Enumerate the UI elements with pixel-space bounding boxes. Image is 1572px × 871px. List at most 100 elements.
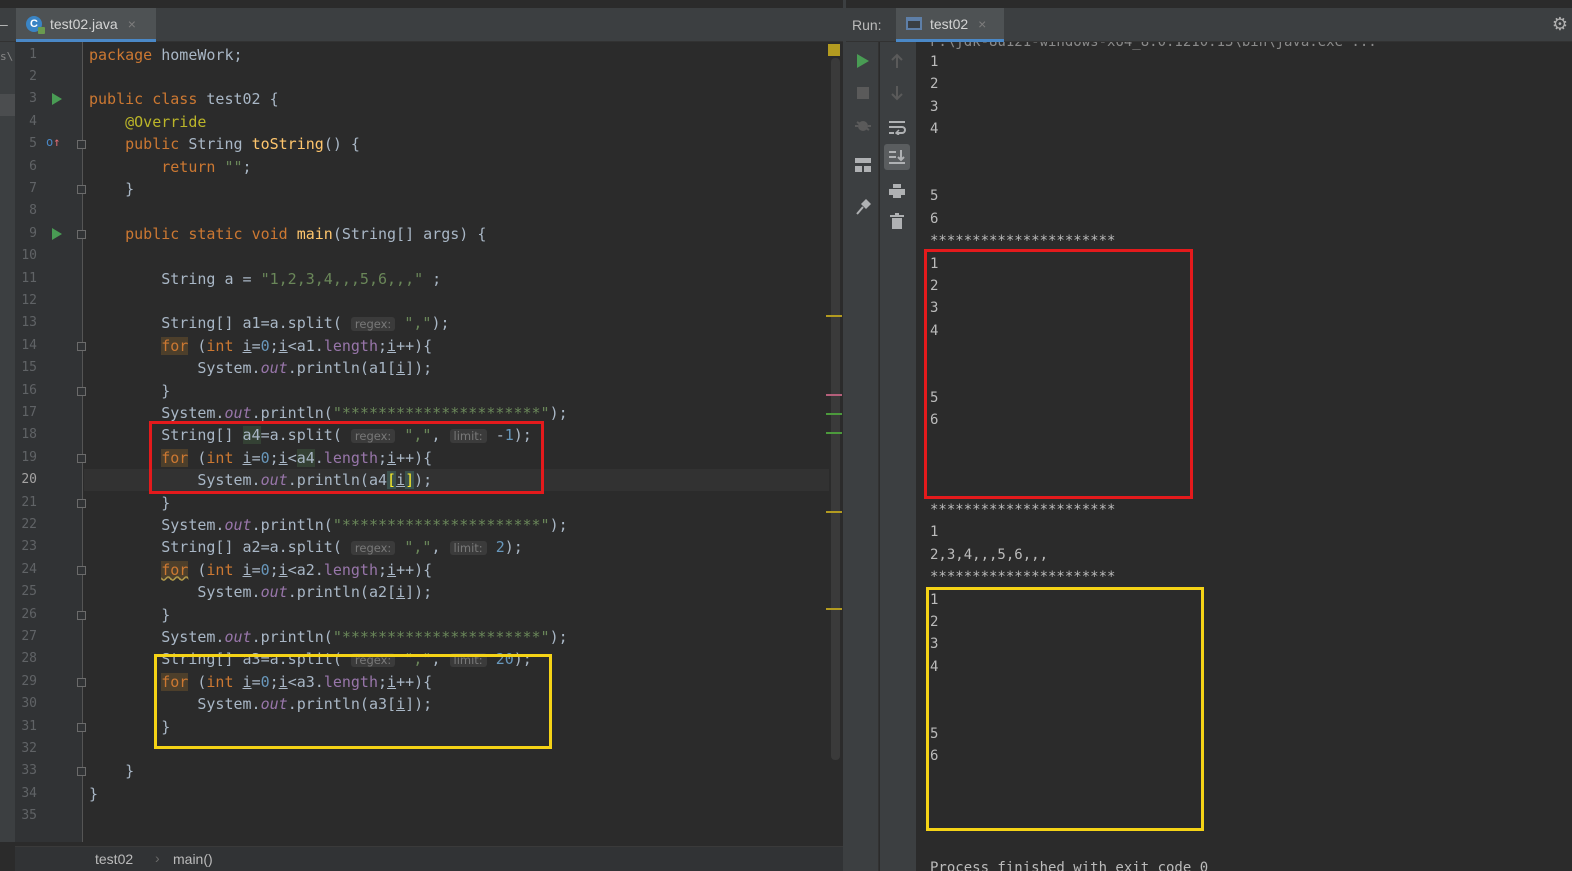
run-tab-test02[interactable]: test02 ×: [896, 8, 1004, 42]
line-number: 12: [21, 292, 37, 308]
line-number: 6: [29, 158, 37, 174]
code-line[interactable]: String[] a4=a.split( regex: ",", limit: …: [89, 424, 532, 446]
run-gutter-icon[interactable]: [52, 227, 62, 240]
code-line[interactable]: String[] a1=a.split( regex: ",");: [89, 312, 449, 334]
code-line[interactable]: }: [89, 604, 170, 626]
line-number: 35: [21, 808, 37, 824]
console-icon: [906, 17, 922, 30]
trash-icon[interactable]: [884, 208, 910, 234]
code-line[interactable]: for (int i=0;i<a2.length;i++){: [89, 559, 432, 581]
project-strip-label: s\: [0, 50, 14, 63]
code-line[interactable]: public class test02 {: [89, 88, 279, 110]
line-number: 15: [21, 360, 37, 376]
line-number: 9: [29, 225, 37, 241]
code-line[interactable]: System.out.println("********************…: [89, 514, 567, 536]
override-icon[interactable]: o↑: [46, 135, 60, 149]
run-header: Run: test02 × ⚙: [846, 8, 1572, 42]
code-line[interactable]: for (int i=0;i<a1.length;i++){: [89, 335, 432, 357]
code-line[interactable]: return "";: [89, 156, 251, 178]
line-number: 25: [21, 584, 37, 600]
line-number: 3: [29, 91, 37, 107]
layout-icon[interactable]: [850, 152, 876, 178]
console-line: 5: [930, 726, 939, 742]
code-line[interactable]: System.out.println(a4[i]);: [89, 469, 432, 491]
line-number: 27: [21, 628, 37, 644]
run-tab-close-icon[interactable]: ×: [978, 16, 986, 32]
line-number: 28: [21, 651, 37, 667]
console-line: 4: [930, 322, 939, 339]
line-number: 33: [21, 763, 37, 779]
soft-wrap-icon[interactable]: [884, 114, 910, 140]
pin-icon[interactable]: [850, 194, 876, 220]
code-line[interactable]: System.out.println("********************…: [89, 402, 567, 424]
code-line[interactable]: public static void main(String[] args) {: [89, 223, 486, 245]
warning-stripe[interactable]: [826, 608, 842, 610]
console-line: 6: [930, 210, 939, 227]
tab-scroll-left-icon[interactable]: –: [0, 16, 8, 32]
warning-stripe[interactable]: [826, 315, 842, 317]
code-line[interactable]: System.out.println(a1[i]);: [89, 357, 432, 379]
code-line[interactable]: String a = "1,2,3,4,,,5,6,,," ;: [89, 268, 441, 290]
code-line[interactable]: package homeWork;: [89, 44, 243, 66]
editor-tab-close-icon[interactable]: ×: [128, 16, 136, 32]
warning-stripe[interactable]: [826, 511, 842, 513]
change-stripe[interactable]: [826, 413, 842, 415]
console-line: 1: [930, 524, 939, 541]
run-gutter-icon[interactable]: [52, 93, 62, 106]
code-line[interactable]: }: [89, 178, 134, 200]
code-line[interactable]: System.out.println(a3[i]);: [89, 693, 432, 715]
code-line[interactable]: public String toString() {: [89, 133, 360, 155]
code-area[interactable]: package homeWork; public class test02 { @…: [84, 42, 829, 842]
line-number: 1: [29, 46, 37, 62]
line-number: 5: [29, 136, 37, 152]
code-line[interactable]: @Override: [89, 111, 206, 133]
console-line: 2: [930, 76, 939, 93]
console-line: 5: [930, 188, 939, 205]
change-stripe[interactable]: [826, 432, 842, 434]
line-number: 16: [21, 382, 37, 398]
breadcrumb-method[interactable]: main(): [173, 851, 213, 867]
code-line[interactable]: for (int i=0;i<a4.length;i++){: [89, 447, 432, 469]
console-line: 1: [930, 54, 939, 70]
console-output[interactable]: F:\jdk-8u121-windows-x64_8.0.1210.13\bin…: [930, 42, 1572, 871]
scroll-to-end-icon[interactable]: [884, 144, 910, 170]
code-line[interactable]: }: [89, 492, 170, 514]
editor-tab-test02[interactable]: C test02.java ×: [16, 8, 156, 42]
arrow-down-icon[interactable]: [884, 80, 910, 106]
code-line[interactable]: }: [89, 380, 170, 402]
line-number: 14: [21, 337, 37, 353]
code-line[interactable]: }: [89, 760, 134, 782]
line-number-gutter: 1 2 3 4 5 6 7 8 9 10 11 12 13 14 15 16 17 18 19 20 21 22 23 24 2…: [15, 42, 86, 842]
error-stripe[interactable]: [826, 394, 842, 396]
code-line[interactable]: String[] a2=a.split( regex: ",", limit: …: [89, 536, 523, 558]
breadcrumb-class[interactable]: test02: [95, 851, 133, 867]
run-panel: Run: test02 × ⚙ F:\jdk-8u121-windows-x64…: [846, 0, 1572, 871]
inspection-warning-icon[interactable]: [828, 44, 840, 56]
java-class-icon: C: [26, 15, 45, 34]
line-number: 13: [21, 315, 37, 331]
editor-scrollbar[interactable]: [831, 58, 840, 760]
line-number: 32: [21, 740, 37, 756]
line-number: 11: [21, 270, 37, 286]
console-line: 6: [930, 748, 939, 765]
code-line[interactable]: String[] a3=a.split( regex: ",", limit: …: [89, 648, 532, 670]
debug-icon[interactable]: [850, 112, 876, 138]
code-line[interactable]: System.out.println(a2[i]);: [89, 581, 432, 603]
editor-tab-bar: – C test02.java ×: [0, 8, 843, 42]
arrow-up-icon[interactable]: [884, 48, 910, 74]
console-line: **********************: [930, 569, 1116, 586]
console-line: 2: [930, 614, 939, 630]
line-number: 2: [29, 68, 37, 84]
code-line[interactable]: }: [89, 716, 170, 738]
line-number: 10: [21, 248, 37, 264]
code-line[interactable]: System.out.println("********************…: [89, 626, 567, 648]
run-icon[interactable]: [850, 48, 876, 74]
code-line[interactable]: }: [89, 783, 98, 805]
line-number: 22: [21, 516, 37, 532]
print-icon[interactable]: [884, 178, 910, 204]
stop-icon[interactable]: [850, 80, 876, 106]
code-line[interactable]: for (int i=0;i<a3.length;i++){: [89, 671, 432, 693]
line-number: 23: [21, 539, 37, 555]
line-number: 19: [21, 449, 37, 465]
gear-icon[interactable]: ⚙: [1552, 14, 1568, 35]
